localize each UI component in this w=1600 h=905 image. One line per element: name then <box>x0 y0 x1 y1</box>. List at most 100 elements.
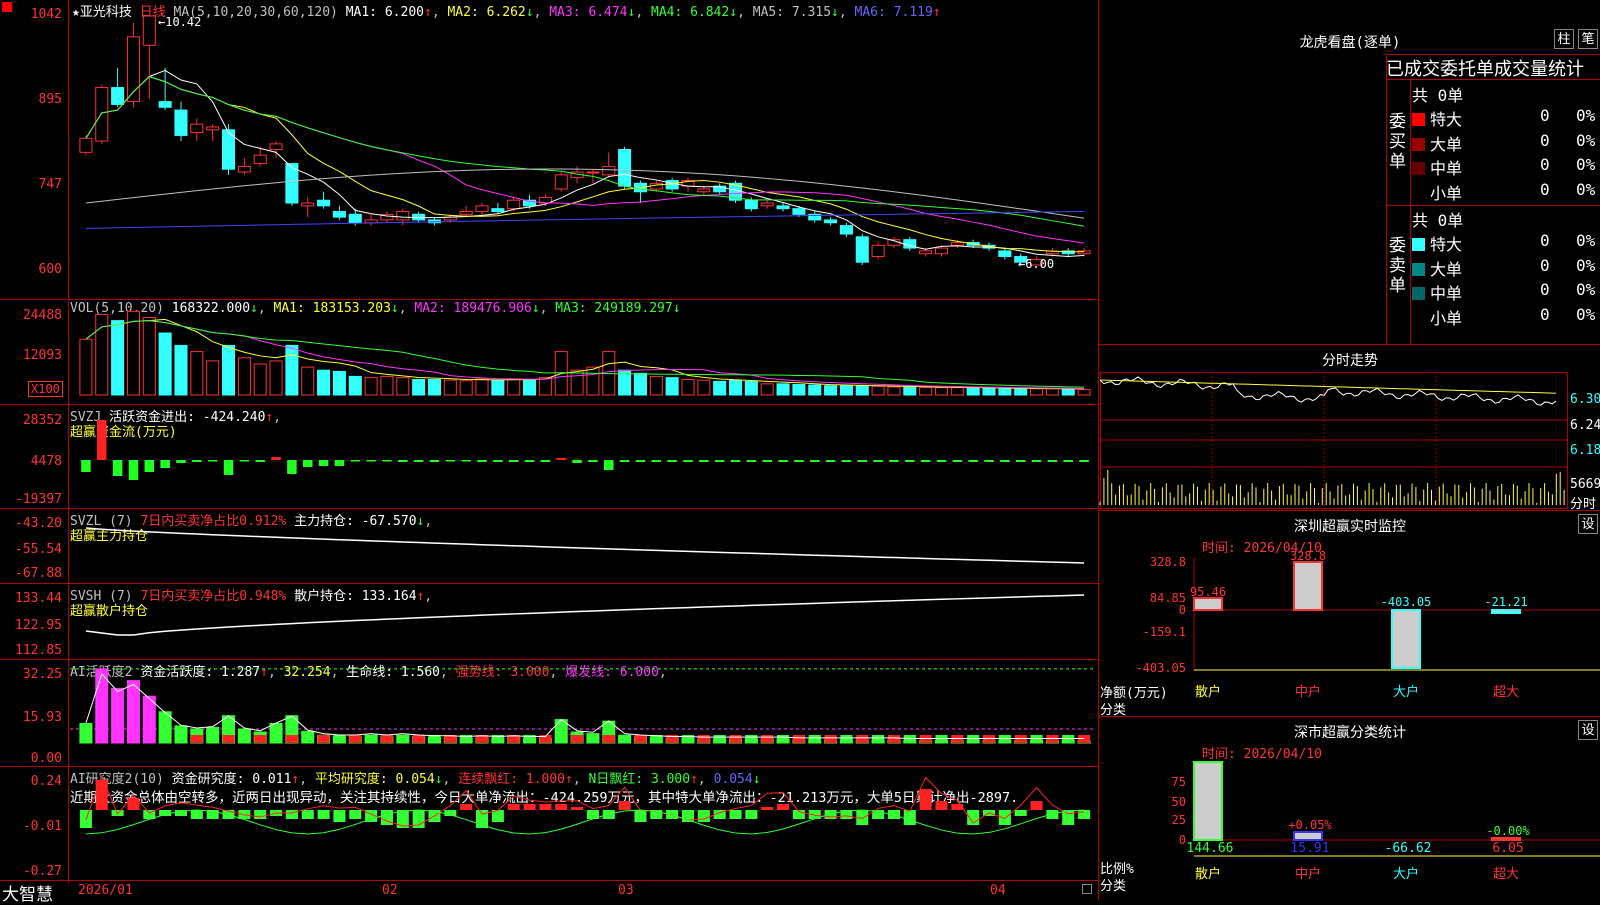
volume-bar <box>665 377 679 396</box>
activity-sub-bar <box>190 735 203 743</box>
candle-body <box>332 210 346 218</box>
activity-sub-bar <box>697 735 710 743</box>
volume-bar <box>966 387 980 396</box>
volume-bar <box>1077 388 1091 396</box>
sz-class-chart: 75 50 25 0144.66 +0.05% 15.91 -66.62 -0.00% 6.05… <box>1172 761 1600 882</box>
activity-bar <box>126 680 140 744</box>
fund-flow-bar <box>350 460 361 462</box>
activity-bar <box>142 695 156 744</box>
fund-flow-bar <box>730 460 741 462</box>
candle-body <box>269 143 283 151</box>
volume-bar <box>697 379 711 396</box>
intraday-avg-line <box>1099 379 1557 394</box>
fund-flow-bar <box>160 460 170 468</box>
activity-bar <box>95 668 109 744</box>
research-bar <box>539 804 552 810</box>
ma-line <box>85 76 1085 244</box>
activity-sub-bar <box>887 735 900 743</box>
research-bar <box>523 804 536 810</box>
flow-bar <box>1391 609 1421 669</box>
volume-ma-line <box>85 320 1085 388</box>
fund-flow-bar <box>984 460 994 462</box>
ma-line <box>85 69 1085 258</box>
intraday-chart[interactable] <box>1099 372 1568 509</box>
research-bar <box>571 807 584 810</box>
fund-flow-bar <box>809 460 820 462</box>
candlestick-chart[interactable]: ←10.42 ←6.00 <box>0 0 1098 300</box>
volume-bar <box>824 385 838 396</box>
candle-body <box>871 244 885 258</box>
fund-flow-bar <box>207 460 218 462</box>
lock-icon[interactable] <box>1082 884 1092 894</box>
flow-bar <box>1491 609 1521 614</box>
ratio-value: 15.91 <box>1290 841 1329 856</box>
stats-tabs[interactable]: 已成交委托单成交量统计 <box>1386 54 1600 80</box>
divider <box>1410 78 1411 344</box>
research-bar <box>935 801 948 810</box>
research-bar <box>1078 810 1091 819</box>
fund-flow-bar <box>889 460 899 462</box>
flow-bar <box>1193 597 1223 611</box>
volume-bar <box>570 369 584 396</box>
activity-sub-bar <box>618 735 631 743</box>
volume-bar <box>301 366 315 396</box>
intraday-ytick: 6.24 <box>1570 418 1600 433</box>
volume-bar <box>142 317 156 396</box>
volume-bar <box>1014 388 1028 396</box>
tick-mode-button[interactable]: 笔 <box>1578 29 1598 49</box>
candle-body <box>79 137 93 153</box>
volume-bar <box>364 377 378 396</box>
volume-bar <box>269 360 283 396</box>
volume-bar <box>792 383 806 396</box>
volume-bar <box>538 377 552 396</box>
intraday-ytick: 6.18 <box>1570 443 1600 458</box>
fund-flow-bar <box>493 460 503 462</box>
candle-body <box>174 109 188 136</box>
candle-body <box>491 208 505 212</box>
min-price-label: ←6.00 <box>1018 257 1054 271</box>
volume-bar <box>713 380 727 396</box>
volume-bar <box>237 357 251 396</box>
volume-ma-line <box>85 318 1085 390</box>
activity-sub-bar <box>634 735 647 743</box>
activity-sub-bar <box>79 735 92 743</box>
category-label: 超大 <box>1493 685 1519 700</box>
research-bar <box>159 810 172 816</box>
activity-sub-bar <box>222 735 235 743</box>
volume-bar <box>475 378 489 396</box>
research-bar <box>333 810 346 822</box>
activity-sub-bar <box>602 735 615 743</box>
fund-flow-bar <box>540 460 551 462</box>
candle-body <box>998 250 1012 258</box>
ratio-bar <box>1491 837 1521 841</box>
research-bar <box>1062 810 1075 825</box>
fund-flow-bar <box>128 460 139 480</box>
activity-sub-bar <box>365 735 378 743</box>
fund-flow-bar <box>746 460 757 462</box>
volume-bar <box>903 386 917 396</box>
brand-logo: 大智慧 <box>2 885 53 905</box>
fund-flow-bar <box>445 460 456 462</box>
fund-flow-bar <box>477 460 487 462</box>
ai1-chart <box>70 668 1094 744</box>
ratio-value: -66.62 <box>1385 841 1432 856</box>
candle-body <box>760 202 774 207</box>
volume-bar <box>855 385 869 396</box>
fund-flow-bar <box>936 460 947 462</box>
bar-mode-button[interactable]: 柱 <box>1554 29 1574 49</box>
order-row: 特大 0 0% <box>1412 231 1600 255</box>
sell-orders-label: 委卖单 <box>1389 236 1406 296</box>
activity-sub-bar <box>254 735 267 743</box>
category-label: 大户 <box>1393 684 1419 700</box>
bar-value: -21.21 <box>1484 595 1527 609</box>
candle-body <box>364 219 378 224</box>
class-ytick: 75 <box>1172 775 1186 789</box>
activity-bar <box>111 687 125 744</box>
volume-bar <box>443 379 457 396</box>
activity-sub-bar <box>571 735 584 743</box>
candle-body <box>934 247 949 255</box>
fund-flow-bar <box>905 460 915 462</box>
ratio-value: 144.66 <box>1187 841 1234 856</box>
svzj-chart <box>81 420 1089 480</box>
intraday-vol: 5669 <box>1570 477 1600 492</box>
